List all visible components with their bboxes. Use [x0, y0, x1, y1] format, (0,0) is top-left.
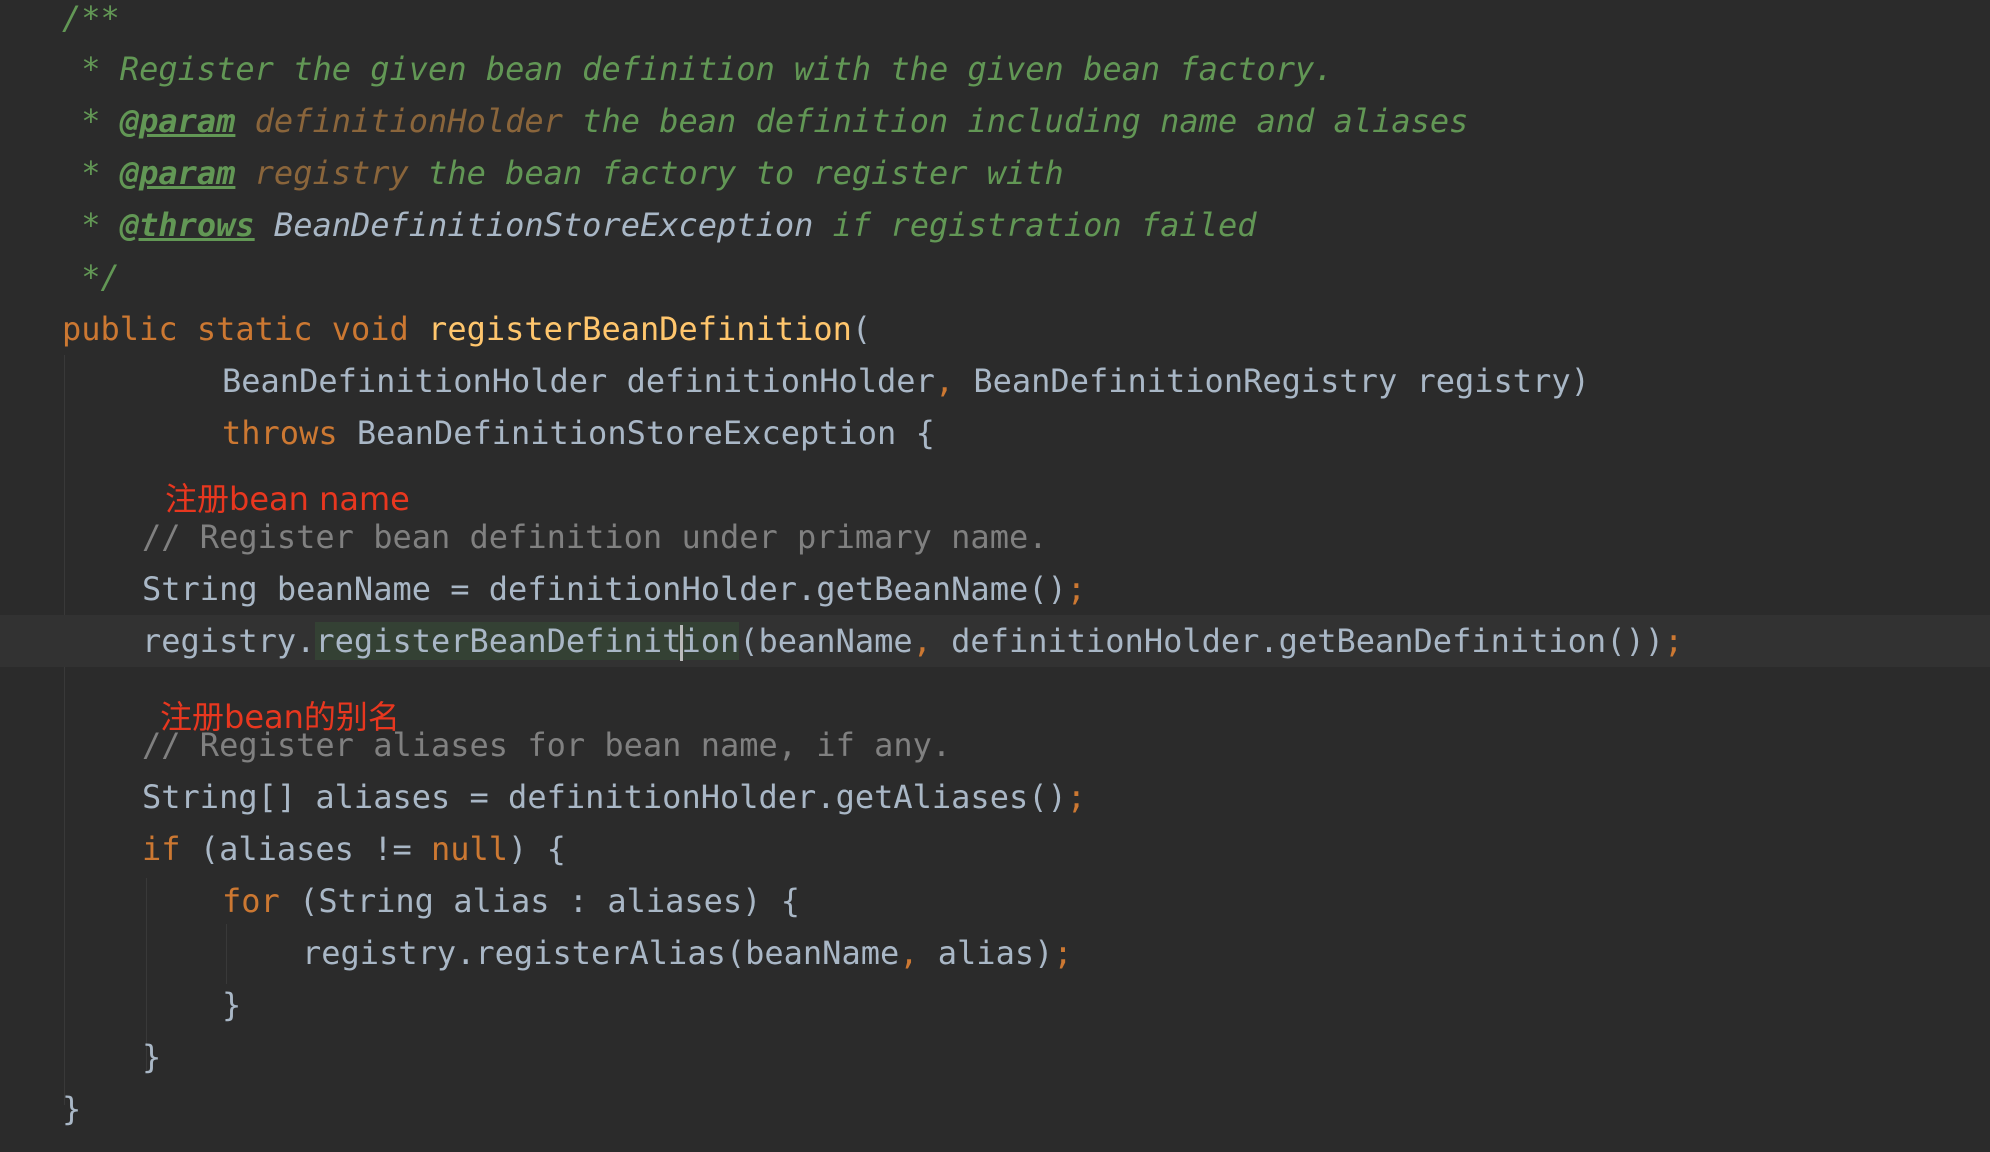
open-paren: (: [851, 310, 872, 348]
code-line: if (aliases != null) {: [0, 823, 1990, 875]
doc-comment-close: */: [62, 258, 120, 296]
code-line: * @param registry the bean factory to re…: [0, 147, 1990, 199]
semicolon: ;: [1663, 622, 1684, 660]
keyword-null: null: [430, 830, 509, 868]
call-args: definitionHolder.getBeanDefinition()): [931, 622, 1664, 660]
line-comment: // Register bean definition under primar…: [142, 518, 1048, 556]
keyword-throws: throws: [222, 414, 338, 452]
doc-throws-description: if registration failed: [813, 206, 1257, 244]
code-line: for (String alias : aliases) {: [0, 875, 1990, 927]
code-line: String beanName = definitionHolder.getBe…: [0, 563, 1990, 615]
handwritten-note-bean-alias: 注册bean的别名: [160, 698, 400, 736]
semicolon: ;: [1053, 934, 1073, 972]
comma: ,: [899, 934, 919, 972]
doc-throws-tag[interactable]: @throws: [120, 206, 255, 244]
register-alias-call: alias): [918, 934, 1054, 972]
code-line: */: [0, 251, 1990, 303]
doc-comment-prefix: *: [62, 154, 120, 192]
closing-brace: }: [222, 986, 242, 1024]
doc-param-tag[interactable]: @param: [120, 154, 236, 192]
code-line: * @param definitionHolder the bean defin…: [0, 95, 1990, 147]
code-line: BeanDefinitionHolder definitionHolder, B…: [0, 355, 1990, 407]
code-line: registry.registerAlias(beanName, alias);: [0, 927, 1990, 979]
highlighted-method-call[interactable]: registerBeanDefinition: [315, 622, 740, 661]
keyword-for: for: [222, 882, 280, 920]
code-line: // Register bean definition under primar…: [0, 511, 1990, 563]
beanname-statement: String beanName = definitionHolder.getBe…: [142, 570, 1067, 608]
code-line: }: [0, 1083, 1990, 1135]
semicolon: ;: [1066, 778, 1087, 816]
exception-type[interactable]: BeanDefinitionStoreException {: [357, 414, 935, 452]
registry-object: registry.: [142, 622, 316, 660]
keyword-static: static: [196, 310, 313, 348]
param-name: definitionHolder: [626, 362, 935, 400]
semicolon: ;: [1066, 570, 1087, 608]
closing-brace: }: [142, 1038, 162, 1076]
keyword-void: void: [331, 310, 409, 348]
code-line: * Register the given bean definition wit…: [0, 43, 1990, 95]
if-condition: (aliases !=: [180, 830, 431, 868]
code-line: public static void registerBeanDefinitio…: [0, 303, 1990, 355]
comma: ,: [912, 622, 932, 660]
param-type[interactable]: BeanDefinitionHolder: [222, 362, 607, 400]
for-header: (String alias : aliases) {: [279, 882, 800, 920]
code-line: /**: [0, 0, 1990, 44]
doc-exception-ref[interactable]: BeanDefinitionStoreException: [255, 206, 813, 244]
doc-comment-prefix: *: [62, 102, 120, 140]
keyword-public: public: [62, 310, 178, 348]
call-args: (beanName: [739, 622, 913, 660]
doc-comment-line: * Register the given bean definition wit…: [62, 50, 1334, 88]
keyword-if: if: [142, 830, 181, 868]
code-line: throws BeanDefinitionStoreException {: [0, 407, 1990, 459]
doc-param-name: registry: [235, 154, 409, 192]
method-name[interactable]: registerBeanDefinition: [428, 310, 852, 348]
code-line: String[] aliases = definitionHolder.getA…: [0, 771, 1990, 823]
code-editor[interactable]: /** * Register the given bean definition…: [0, 0, 1990, 1152]
code-line: * @throws BeanDefinitionStoreException i…: [0, 199, 1990, 251]
code-line: }: [0, 1031, 1990, 1083]
doc-comment-prefix: *: [62, 206, 120, 244]
aliases-statement: String[] aliases = definitionHolder.getA…: [142, 778, 1067, 816]
code-line: }: [0, 979, 1990, 1031]
if-condition: ) {: [508, 830, 566, 868]
doc-param-tag[interactable]: @param: [120, 102, 236, 140]
param-type[interactable]: BeanDefinitionRegistry: [973, 362, 1397, 400]
closing-brace: }: [62, 1090, 82, 1128]
doc-param-description: the bean definition including name and a…: [562, 102, 1469, 140]
doc-param-description: the bean factory to register with: [408, 154, 1064, 192]
doc-param-name: definitionHolder: [235, 102, 563, 140]
comma: ,: [934, 362, 955, 400]
code-line-current[interactable]: registry.registerBeanDefinition(beanName…: [0, 615, 1990, 667]
register-alias-call: registry.registerAlias(beanName: [302, 934, 900, 972]
doc-comment-open: /**: [62, 0, 120, 37]
param-name: registry): [1416, 362, 1590, 400]
